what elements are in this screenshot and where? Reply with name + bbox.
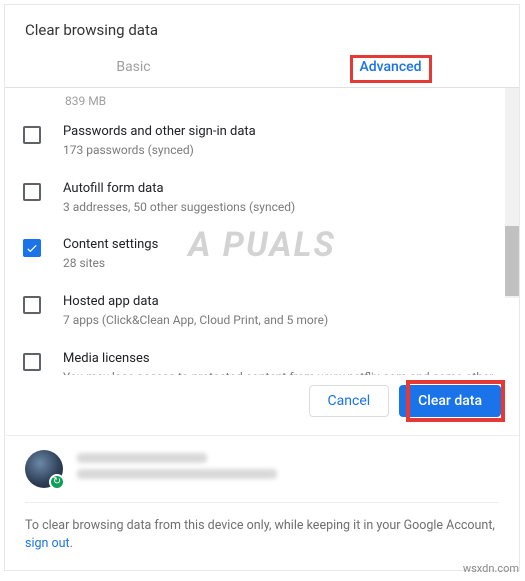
checkmark-icon — [25, 241, 39, 255]
checkbox-passwords[interactable] — [23, 126, 41, 144]
list-item: Content settings 28 sites — [23, 229, 501, 286]
list-item: Autofill form data 3 addresses, 50 other… — [23, 173, 501, 230]
button-label: Cancel — [328, 393, 371, 409]
tabs: Basic Advanced — [5, 49, 519, 88]
sync-badge-icon — [49, 474, 65, 490]
source-credit: wsxdn.com — [463, 562, 519, 575]
dialog-actions: Cancel Clear data — [5, 375, 519, 435]
footer-text: To clear browsing data from this device … — [25, 518, 495, 533]
list-item: Passwords and other sign-in data 173 pas… — [23, 116, 501, 173]
tab-advanced[interactable]: Advanced — [262, 49, 519, 87]
redacted-name — [77, 453, 207, 463]
item-title: Hosted app data — [63, 294, 501, 311]
sign-out-link[interactable]: sign out — [25, 536, 70, 551]
footer-note: To clear browsing data from this device … — [5, 503, 519, 571]
item-text: Hosted app data 7 apps (Click&Clean App,… — [63, 294, 501, 329]
checkbox-content-settings[interactable] — [23, 239, 41, 257]
checkbox-media-licenses[interactable] — [23, 353, 41, 371]
items-scroll-area[interactable]: 839 MB Passwords and other sign-in data … — [5, 88, 519, 375]
tab-label: Advanced — [359, 59, 421, 75]
list-item: Media licenses You may lose access to pr… — [23, 343, 501, 375]
avatar — [25, 450, 63, 488]
item-title: Media licenses — [63, 351, 501, 368]
scrollbar-thumb[interactable] — [505, 226, 519, 296]
profile-text-redacted — [77, 453, 277, 485]
item-text: Passwords and other sign-in data 173 pas… — [63, 124, 501, 159]
clear-browsing-data-dialog: Clear browsing data Basic Advanced 839 M… — [4, 4, 520, 571]
tab-label: Basic — [116, 59, 150, 75]
cancel-button[interactable]: Cancel — [309, 385, 390, 417]
button-label: Clear data — [418, 393, 482, 409]
list-item: Hosted app data 7 apps (Click&Clean App,… — [23, 286, 501, 343]
clear-data-button[interactable]: Clear data — [399, 385, 501, 417]
item-text: Media licenses You may lose access to pr… — [63, 351, 501, 375]
tab-basic[interactable]: Basic — [5, 49, 262, 87]
item-sub: 173 passwords (synced) — [63, 142, 501, 159]
footer-text-after: . — [70, 536, 73, 551]
profile-sync-block — [5, 435, 519, 494]
item-title: Content settings — [63, 237, 501, 254]
item-sub: 7 apps (Click&Clean App, Cloud Print, an… — [63, 312, 501, 329]
item-title: Passwords and other sign-in data — [63, 124, 501, 141]
dialog-title: Clear browsing data — [5, 5, 519, 49]
item-sub: 28 sites — [63, 255, 501, 272]
item-sub: 3 addresses, 50 other suggestions (synce… — [63, 199, 501, 216]
checkbox-autofill[interactable] — [23, 183, 41, 201]
item-text: Autofill form data 3 addresses, 50 other… — [63, 181, 501, 216]
redacted-email — [77, 469, 277, 479]
truncated-prev-item-sub: 839 MB — [23, 92, 501, 116]
item-text: Content settings 28 sites — [63, 237, 501, 272]
checkbox-hosted-app-data[interactable] — [23, 296, 41, 314]
item-title: Autofill form data — [63, 181, 501, 198]
